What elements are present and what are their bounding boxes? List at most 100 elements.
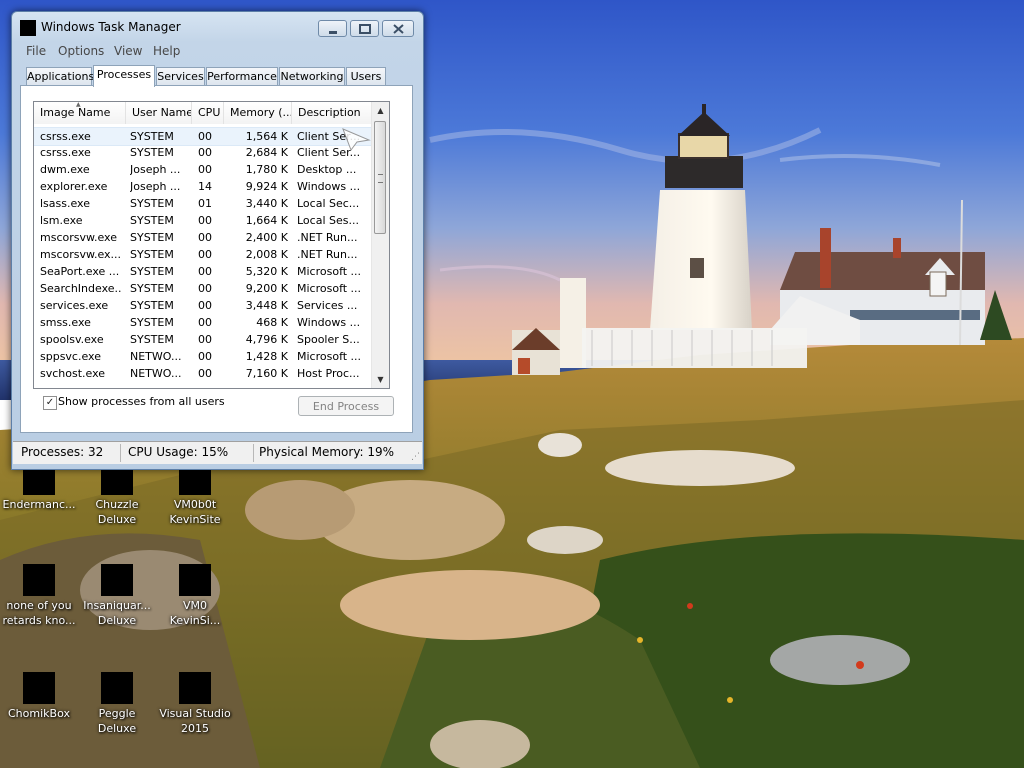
end-process-button[interactable]: End Process	[298, 396, 394, 416]
process-cpu: 00	[198, 130, 212, 143]
menu-view[interactable]: View	[114, 44, 142, 58]
column-image-name[interactable]: ▲ Image Name	[34, 102, 126, 124]
close-button[interactable]	[382, 20, 414, 37]
scroll-up-arrow-icon[interactable]: ▲	[372, 102, 389, 119]
process-memory: 3,448 K	[245, 299, 288, 312]
process-image-name: explorer.exe	[40, 180, 108, 193]
column-label: CPU	[198, 106, 221, 119]
process-memory: 1,664 K	[245, 214, 288, 227]
column-description[interactable]: Description	[292, 102, 372, 124]
process-row[interactable]: lsass.exe SYSTEM 01 3,440 K Local Sec...	[34, 195, 372, 212]
menu-help[interactable]: Help	[153, 44, 180, 58]
process-image-name: svchost.exe	[40, 367, 106, 380]
tab-processes[interactable]: Processes	[93, 65, 155, 87]
show-all-processes-label[interactable]: Show processes from all users	[58, 395, 225, 408]
minimize-button[interactable]	[318, 20, 347, 37]
desktop-icon-insaniquarium[interactable]: Insaniquar... Deluxe	[78, 556, 156, 628]
desktop-icon-label: Insaniquar... Deluxe	[83, 599, 151, 627]
process-memory: 9,200 K	[245, 282, 288, 295]
grip-icon	[378, 174, 383, 183]
process-row[interactable]: SearchIndexe... SYSTEM 00 9,200 K Microsoft …	[34, 280, 372, 297]
column-label: Memory (...	[230, 106, 292, 119]
process-description: .NET Run...	[297, 248, 358, 261]
process-user-name: SYSTEM	[130, 282, 174, 295]
process-cpu: 00	[198, 214, 212, 227]
process-cpu: 00	[198, 316, 212, 329]
desktop-icon-none-of-you[interactable]: none of you retards kno...	[0, 556, 78, 628]
tab-performance[interactable]: Performance	[206, 67, 278, 85]
process-image-name: dwm.exe	[40, 163, 90, 176]
column-cpu[interactable]: CPU	[192, 102, 224, 124]
process-user-name: SYSTEM	[130, 231, 174, 244]
process-user-name: Joseph ...	[130, 180, 181, 193]
tab-applications[interactable]: Applications	[26, 67, 94, 85]
process-description: Services ...	[297, 299, 358, 312]
process-memory: 2,684 K	[245, 146, 288, 159]
process-cpu: 00	[198, 231, 212, 244]
mouse-cursor-icon	[342, 128, 371, 152]
desktop-icon-label: ChomikBox	[8, 707, 70, 720]
process-user-name: NETWO...	[130, 367, 182, 380]
process-memory: 2,400 K	[245, 231, 288, 244]
process-image-name: SeaPort.exe ...	[40, 265, 120, 278]
scrollbar-thumb[interactable]	[374, 121, 386, 234]
process-row[interactable]: mscorsvw.ex... SYSTEM 00 2,008 K .NET Run...	[34, 246, 372, 263]
desktop-icon-label: Endermanc...	[2, 498, 76, 511]
resize-grip-icon[interactable]: ⋰	[411, 452, 420, 462]
menu-options[interactable]: Options	[58, 44, 104, 58]
process-cpu: 01	[198, 197, 212, 210]
status-bar: Processes: 32 CPU Usage: 15% Physical Me…	[13, 441, 422, 464]
process-row[interactable]: spoolsv.exe SYSTEM 00 4,796 K Spooler S...	[34, 331, 372, 348]
process-image-name: smss.exe	[40, 316, 91, 329]
process-cpu: 00	[198, 248, 212, 261]
process-cpu: 00	[198, 350, 212, 363]
desktop-icon-label: Visual Studio 2015	[159, 707, 231, 735]
desktop-icon-peggle[interactable]: Peggle Deluxe	[78, 664, 156, 736]
process-row[interactable]: sppsvc.exe NETWO... 00 1,428 K Microsoft ...	[34, 348, 372, 365]
process-row[interactable]: lsm.exe SYSTEM 00 1,664 K Local Ses...	[34, 212, 372, 229]
process-image-name: spoolsv.exe	[40, 333, 104, 346]
process-cpu: 00	[198, 146, 212, 159]
desktop-icon-chomikbox[interactable]: ChomikBox	[0, 664, 78, 721]
process-user-name: SYSTEM	[130, 248, 174, 261]
process-row[interactable]: smss.exe SYSTEM 00 468 K Windows ...	[34, 314, 372, 331]
process-image-name: mscorsvw.exe	[40, 231, 117, 244]
sort-ascending-icon: ▲	[76, 102, 81, 108]
status-processes: Processes: 32	[21, 445, 104, 459]
tab-users[interactable]: Users	[346, 67, 386, 85]
process-memory: 1,428 K	[245, 350, 288, 363]
desktop-icon-visual-studio[interactable]: Visual Studio 2015	[156, 664, 234, 736]
chomikbox-app-icon	[23, 672, 55, 704]
process-memory: 1,780 K	[245, 163, 288, 176]
process-row[interactable]: services.exe SYSTEM 00 3,448 K Services ...	[34, 297, 372, 314]
process-user-name: SYSTEM	[130, 299, 174, 312]
column-label: Description	[298, 106, 361, 119]
process-row[interactable]: dwm.exe Joseph ... 00 1,780 K Desktop ...	[34, 161, 372, 178]
visual-studio-app-icon	[179, 672, 211, 704]
process-row[interactable]: SeaPort.exe ... SYSTEM 00 5,320 K Microsoft …	[34, 263, 372, 280]
show-all-processes-checkbox[interactable]: ✓	[43, 396, 57, 410]
tab-services[interactable]: Services	[156, 67, 205, 85]
scroll-down-arrow-icon[interactable]: ▼	[372, 371, 389, 388]
column-memory[interactable]: Memory (...	[224, 102, 292, 124]
desktop-icon-vm0[interactable]: VM0 KevinSi...	[156, 556, 234, 628]
process-memory: 7,160 K	[245, 367, 288, 380]
menu-file[interactable]: File	[26, 44, 46, 58]
tab-networking[interactable]: Networking	[279, 67, 345, 85]
desktop-icon-label: none of you retards kno...	[2, 599, 76, 627]
process-memory: 1,564 K	[245, 130, 288, 143]
vertical-scrollbar[interactable]: ▲ ▼	[371, 102, 389, 388]
maximize-button[interactable]	[350, 20, 379, 37]
maximize-icon	[359, 24, 371, 34]
process-list[interactable]: ▲ Image Name User Name CPU Memory (... D…	[33, 101, 390, 389]
process-row[interactable]: svchost.exe NETWO... 00 7,160 K Host Proc...	[34, 365, 372, 382]
title-bar[interactable]: Windows Task Manager	[12, 12, 423, 42]
process-row[interactable]: explorer.exe Joseph ... 14 9,924 K Windows .…	[34, 178, 372, 195]
process-user-name: SYSTEM	[130, 146, 174, 159]
column-label: User Name	[132, 106, 192, 119]
column-user-name[interactable]: User Name	[126, 102, 192, 124]
process-row[interactable]: mscorsvw.exe SYSTEM 00 2,400 K .NET Run...	[34, 229, 372, 246]
process-row[interactable]: csrss.exe SYSTEM 00 2,684 K Client Ser...	[34, 144, 372, 161]
vm0-app-icon	[179, 564, 211, 596]
process-user-name: NETWO...	[130, 350, 182, 363]
